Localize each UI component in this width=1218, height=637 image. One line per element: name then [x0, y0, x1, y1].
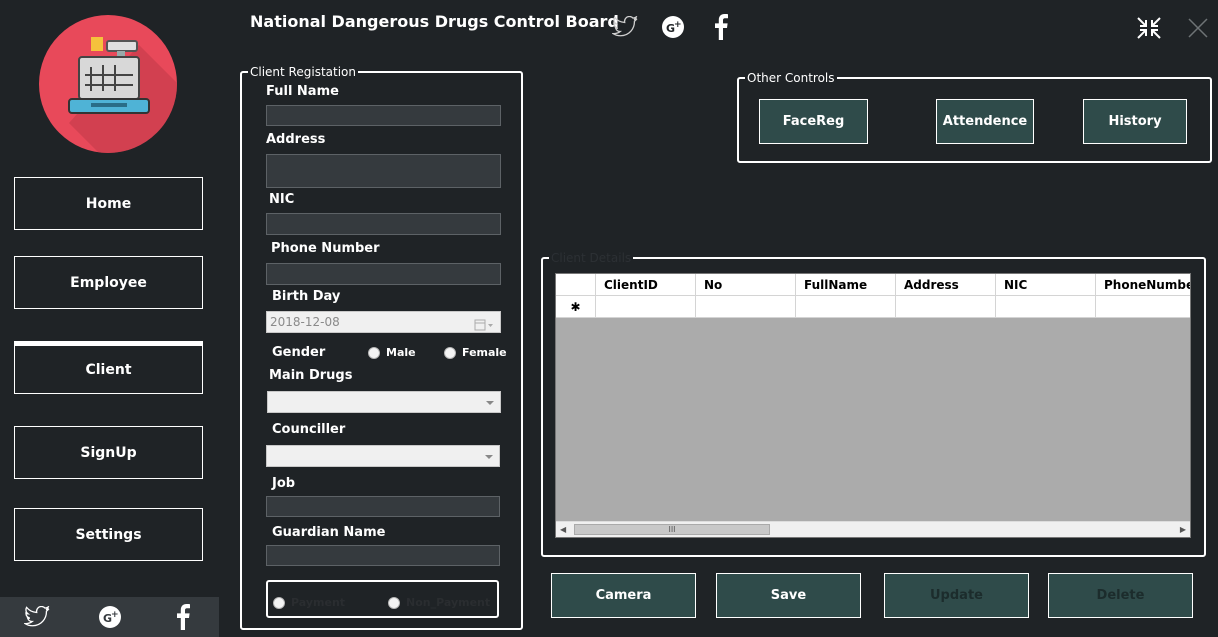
chevron-down-icon[interactable]	[486, 401, 494, 405]
sidebar-item-label: Settings	[75, 526, 142, 543]
non-payment-radio[interactable]: Non_Payment	[388, 596, 490, 609]
table-cell[interactable]	[596, 296, 696, 318]
birthday-label: Birth Day	[272, 289, 341, 304]
job-label: Job	[272, 476, 296, 491]
google-plus-icon[interactable]: G +	[97, 604, 123, 630]
delete-button[interactable]: Delete	[1048, 573, 1193, 618]
sidebar-item-client[interactable]: Client	[14, 341, 203, 394]
sidebar-item-signup[interactable]: SignUp	[14, 426, 203, 479]
counciller-label: Counciller	[272, 422, 346, 437]
sidebar-item-settings[interactable]: Settings	[14, 508, 203, 561]
sidebar-item-label: Employee	[70, 274, 147, 291]
svg-text:+: +	[111, 610, 119, 620]
counciller-select[interactable]	[266, 445, 500, 467]
nic-label: NIC	[269, 192, 295, 207]
group-title: Other Controls	[745, 71, 837, 85]
save-label: Save	[770, 588, 807, 603]
nic-input[interactable]	[266, 213, 501, 235]
payment-type-box: Payment Non_Payment	[266, 580, 499, 618]
sidebar-item-label: SignUp	[80, 444, 137, 461]
attendence-label: Attendence	[942, 114, 1028, 129]
page-title: National Dangerous Drugs Control Board	[250, 12, 619, 31]
chevron-down-icon[interactable]	[485, 455, 493, 459]
camera-label: Camera	[595, 588, 652, 603]
phone-number-label: Phone Number	[271, 241, 380, 256]
attendence-button[interactable]: Attendence	[936, 99, 1034, 144]
sidebar-item-employee[interactable]: Employee	[14, 256, 203, 309]
table-cell[interactable]	[796, 296, 896, 318]
scrollbar-thumb[interactable]: III	[574, 524, 770, 535]
row-header-corner	[556, 274, 596, 296]
sidebar-item-label: Home	[85, 195, 132, 212]
twitter-icon[interactable]	[612, 14, 638, 40]
main-drugs-label: Main Drugs	[269, 368, 353, 383]
radio-dot[interactable]	[388, 596, 400, 609]
facereg-button[interactable]: FaceReg	[759, 99, 868, 144]
gender-label: Gender	[272, 345, 326, 360]
table-cell[interactable]	[1096, 296, 1190, 318]
facebook-icon[interactable]	[708, 14, 734, 40]
gender-male-radio[interactable]: Male	[368, 346, 416, 359]
facebook-icon[interactable]	[170, 604, 196, 630]
column-header[interactable]: ClientID	[596, 274, 696, 296]
social-bar: G +	[0, 597, 219, 637]
group-title: Client Registation	[248, 65, 358, 79]
column-header[interactable]: Address	[896, 274, 996, 296]
column-header[interactable]: No	[696, 274, 796, 296]
horizontal-scrollbar[interactable]: ◀ III ▶	[556, 521, 1190, 537]
sidebar-item-label: Client	[85, 361, 132, 378]
table-cell[interactable]	[896, 296, 996, 318]
column-header[interactable]: NIC	[996, 274, 1096, 296]
new-row-marker: ✱	[556, 296, 596, 318]
sidebar-item-home[interactable]: Home	[14, 177, 203, 230]
minimize-icon[interactable]	[1135, 15, 1163, 45]
phone-number-input[interactable]	[266, 263, 501, 285]
address-label: Address	[266, 132, 326, 147]
twitter-icon[interactable]	[23, 604, 50, 630]
history-button[interactable]: History	[1083, 99, 1187, 144]
full-name-input[interactable]	[266, 105, 501, 126]
save-button[interactable]: Save	[716, 573, 861, 618]
birthday-datepicker[interactable]: 2018-12-08	[266, 311, 501, 333]
history-label: History	[1108, 114, 1162, 129]
google-plus-icon[interactable]: G +	[660, 14, 686, 40]
radio-dot[interactable]	[368, 346, 380, 359]
top-social-icons: G +	[612, 14, 734, 40]
column-header[interactable]: PhoneNumber	[1096, 274, 1190, 296]
gender-male-label: Male	[386, 346, 416, 359]
update-button[interactable]: Update	[884, 573, 1029, 618]
client-details-grid[interactable]: ClientID No FullName Address NIC PhoneNu…	[555, 273, 1191, 538]
payment-label: Payment	[291, 596, 346, 609]
gender-female-radio[interactable]: Female	[444, 346, 507, 359]
full-name-label: Full Name	[266, 84, 339, 99]
address-input[interactable]	[266, 154, 501, 188]
update-label: Update	[930, 588, 983, 603]
logo	[39, 15, 177, 153]
non-payment-label: Non_Payment	[406, 596, 491, 609]
camera-button[interactable]: Camera	[551, 573, 696, 618]
close-icon[interactable]	[1187, 17, 1209, 43]
gender-female-label: Female	[462, 346, 507, 359]
guardian-name-input[interactable]	[266, 545, 500, 566]
birthday-value: 2018-12-08	[270, 315, 340, 329]
scroll-grip: III	[668, 525, 676, 534]
delete-label: Delete	[1096, 588, 1145, 603]
scroll-right-icon[interactable]: ▶	[1180, 525, 1186, 534]
job-input[interactable]	[266, 496, 500, 517]
scroll-left-icon[interactable]: ◀	[560, 525, 566, 534]
facereg-label: FaceReg	[782, 114, 845, 129]
payment-radio[interactable]: Payment	[273, 596, 345, 609]
column-header[interactable]: FullName	[796, 274, 896, 296]
main-drugs-select[interactable]	[267, 391, 501, 413]
sidebar: Home Employee Client SignUp Settings G +	[0, 0, 219, 637]
group-title: Client Details	[549, 251, 634, 265]
calendar-icon[interactable]	[474, 316, 494, 335]
cash-register-icon	[68, 37, 177, 153]
table-cell[interactable]	[696, 296, 796, 318]
radio-dot[interactable]	[444, 346, 456, 359]
table-cell[interactable]	[996, 296, 1096, 318]
radio-dot[interactable]	[273, 596, 285, 609]
guardian-name-label: Guardian Name	[272, 525, 386, 540]
svg-text:+: +	[674, 20, 682, 30]
